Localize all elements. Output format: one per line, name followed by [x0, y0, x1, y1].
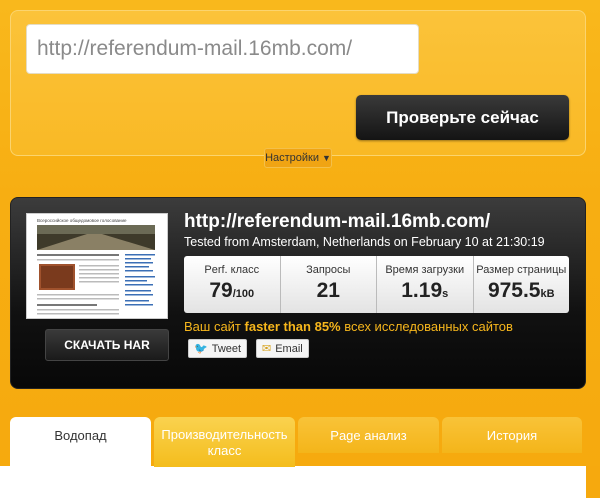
metric-value: 21: [316, 279, 340, 302]
speed-summary: Ваш сайт faster than 85% всех исследован…: [184, 319, 513, 334]
metric-label: Запросы: [306, 264, 351, 276]
download-har-button[interactable]: СКАЧАТЬ HAR: [45, 329, 169, 361]
metrics-bar: Perf. класс 79/100 Запросы 21 Время загр…: [184, 256, 569, 313]
settings-toggle[interactable]: Настройки ▼: [264, 148, 332, 168]
tested-from-text: Tested from Amsterdam, Netherlands on Fe…: [184, 235, 545, 249]
metric-unit: s: [442, 288, 449, 300]
check-now-button[interactable]: Проверьте сейчас: [356, 95, 569, 140]
settings-label: Настройки: [265, 152, 319, 164]
thumbnail-title: Всероссийское общедомовое голосование: [37, 217, 127, 223]
content-area: [0, 466, 600, 498]
triangle-down-icon: ▼: [322, 153, 331, 163]
metric-requests: Запросы 21: [281, 256, 377, 313]
envelope-icon: ✉: [262, 343, 272, 355]
results-panel: Всероссийское общедомовое голосование СК…: [10, 197, 586, 389]
tab-performance-grade[interactable]: Производительность класс: [154, 417, 295, 467]
metric-value: 79: [209, 279, 233, 302]
metric-page-size: Размер страницы 975.5kB: [474, 256, 570, 313]
metric-label: Perf. класс: [204, 264, 260, 276]
tab-waterfall[interactable]: Водопад: [10, 417, 151, 467]
metric-unit: /100: [232, 288, 255, 300]
url-input[interactable]: [26, 24, 419, 74]
tab-page-analysis[interactable]: Page анализ: [298, 417, 439, 453]
tab-history[interactable]: История: [442, 417, 582, 453]
result-tabs: Водопад Производительность класс Page ан…: [10, 417, 586, 467]
metric-load-time: Время загрузки 1.19s: [377, 256, 474, 313]
metric-perf-grade: Perf. класс 79/100: [184, 256, 281, 313]
tweet-button[interactable]: 🐦 Tweet: [188, 339, 248, 358]
tested-url[interactable]: http://referendum-mail.16mb.com/: [184, 211, 490, 233]
email-button[interactable]: ✉ Email: [256, 339, 309, 358]
thumbnail-image: Всероссийское общедомовое голосование: [27, 214, 167, 318]
metric-label: Размер страницы: [476, 264, 567, 276]
twitter-bird-icon: 🐦: [194, 343, 208, 355]
site-thumbnail[interactable]: Всероссийское общедомовое голосование: [26, 213, 168, 319]
test-form-panel: Проверьте сейчас: [10, 10, 586, 156]
metric-value: 975.5: [487, 279, 541, 302]
metric-unit: kB: [540, 288, 555, 300]
metric-label: Время загрузки: [385, 264, 465, 276]
metric-value: 1.19: [401, 279, 443, 302]
